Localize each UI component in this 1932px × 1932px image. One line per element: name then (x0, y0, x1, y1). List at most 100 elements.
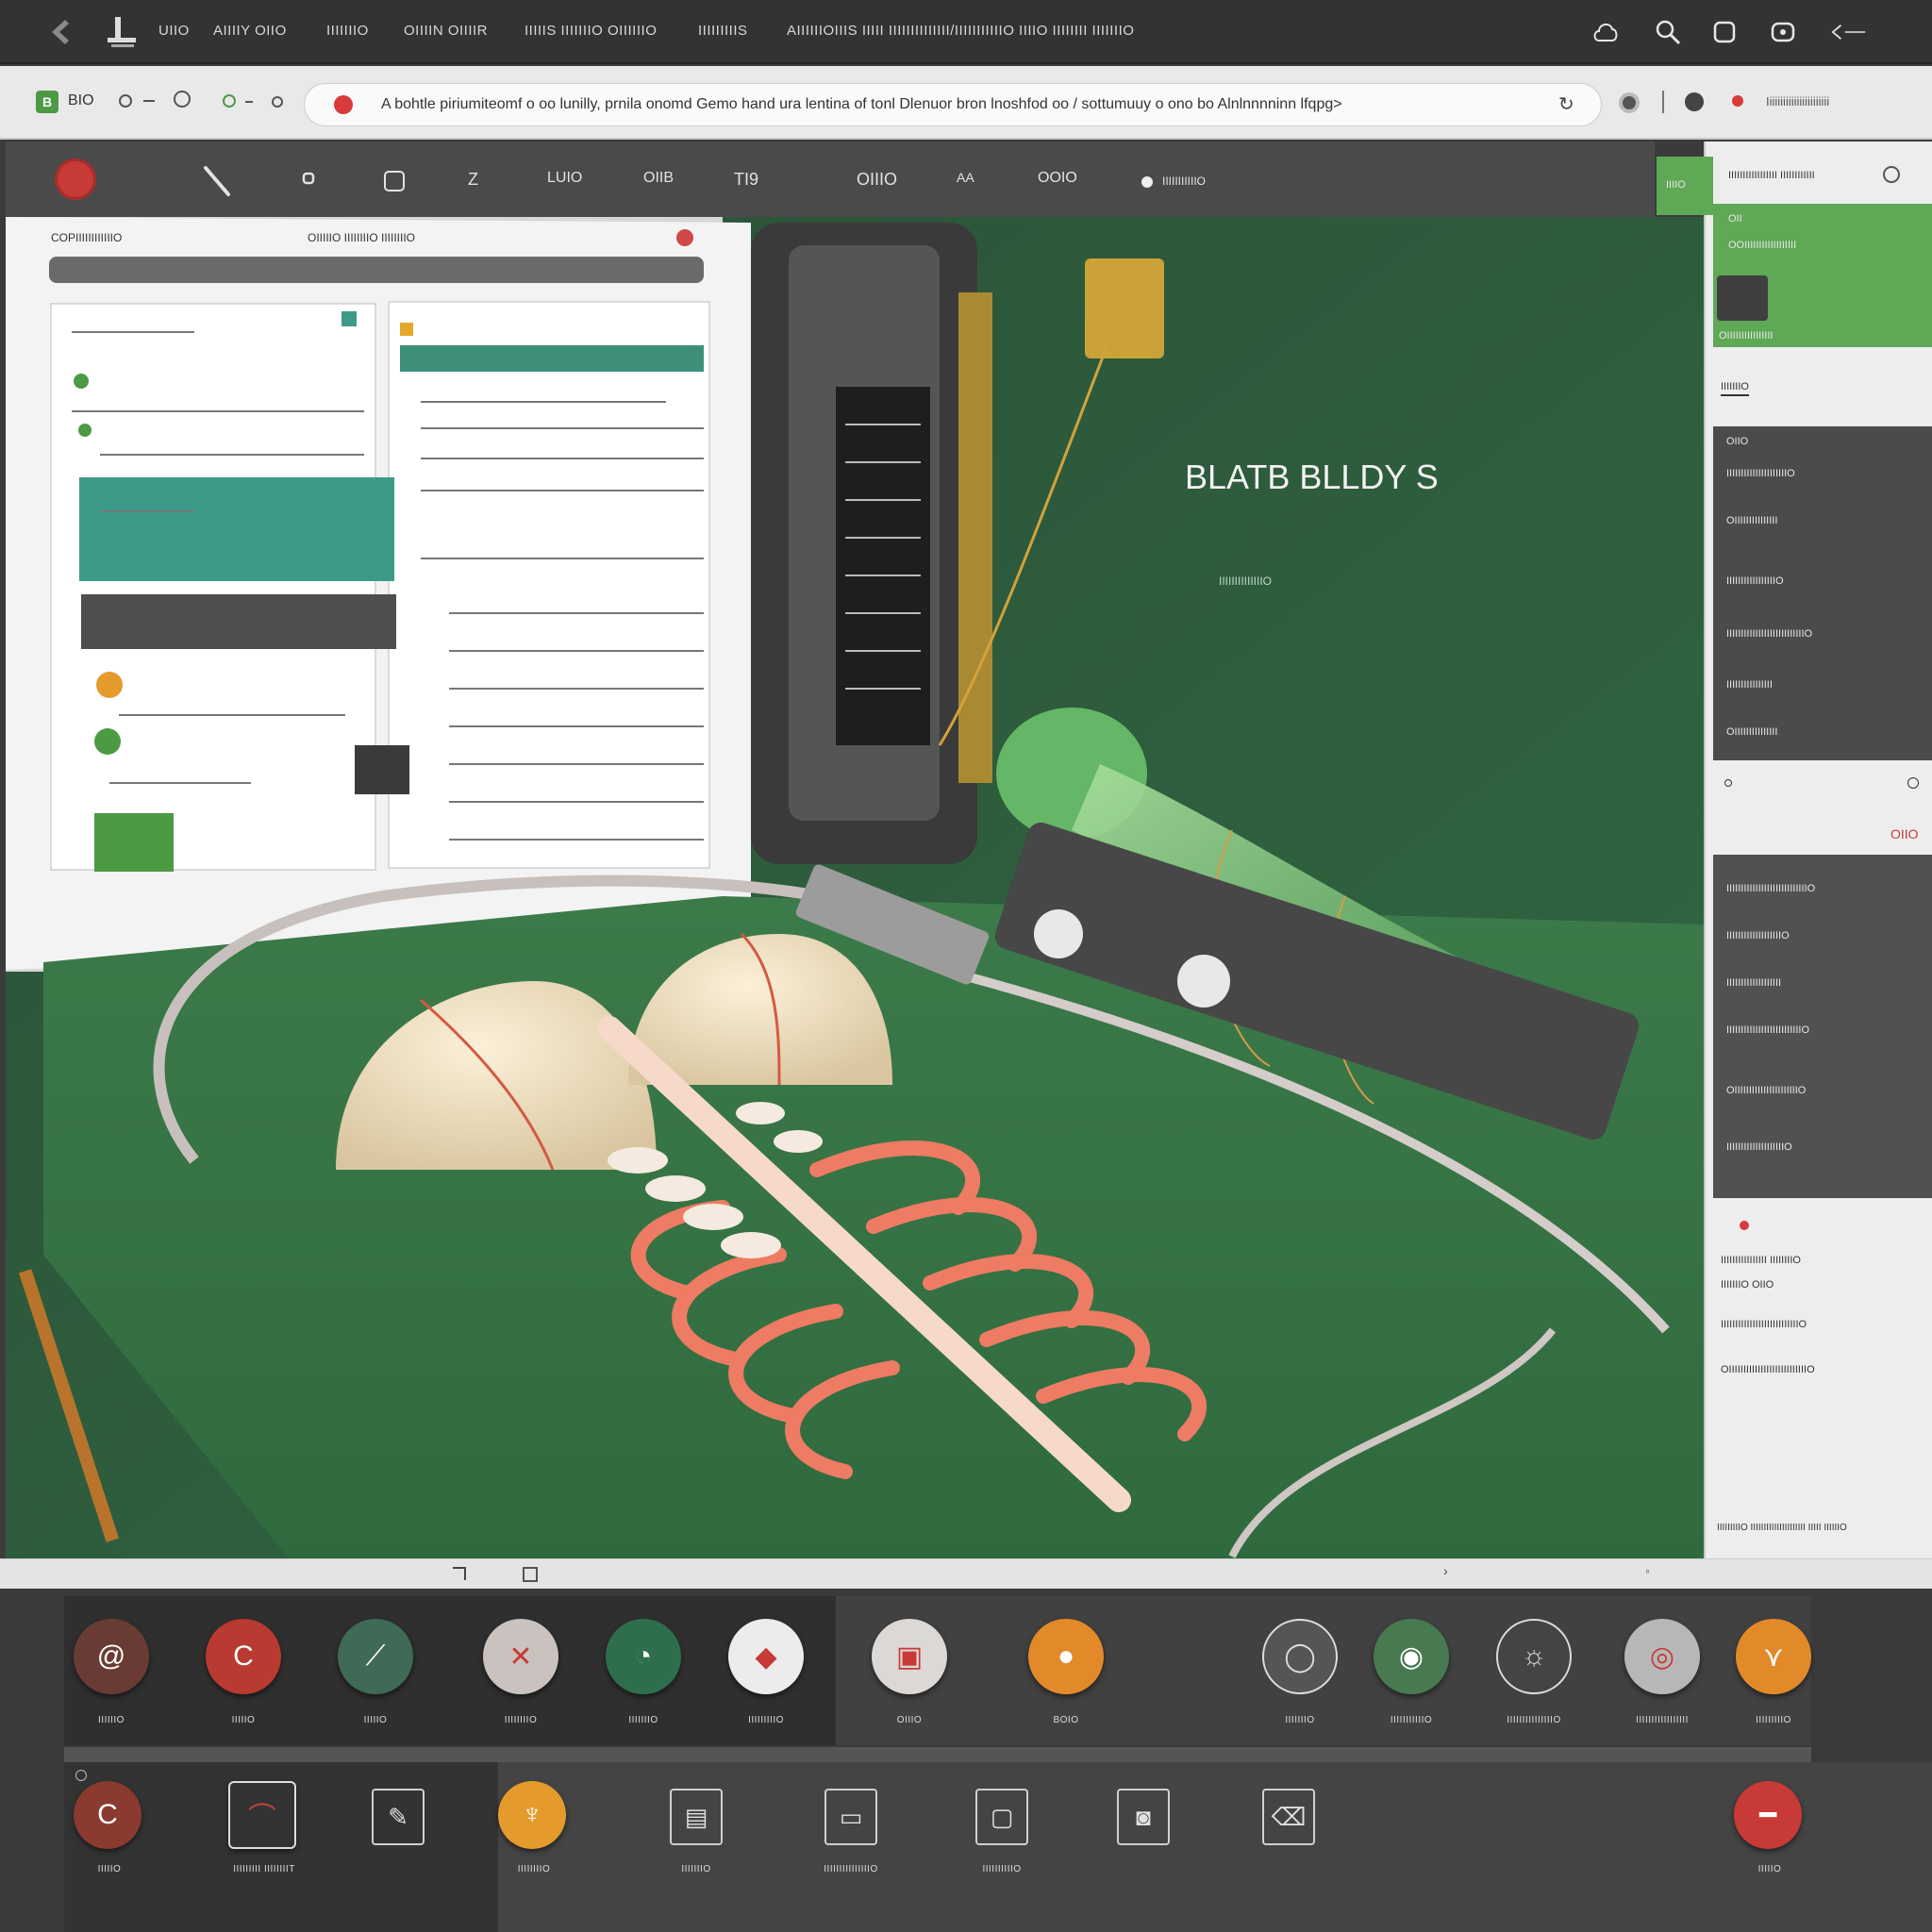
camera-icon[interactable]: ▤ (670, 1789, 723, 1845)
record-button[interactable] (55, 158, 96, 200)
refresh-icon[interactable]: ↻ (1558, 92, 1574, 116)
palette-item-label: IIIIIIIIIO (748, 1715, 784, 1725)
stand-icon[interactable]: ▭ (824, 1789, 877, 1845)
shard-icon[interactable]: ◆ (728, 1619, 804, 1694)
main-canvas[interactable]: BLATB BLLDY S IIIIIIIIIIIIIIO COPIIIIIII… (6, 217, 1704, 1558)
swirl-icon[interactable]: @ (74, 1619, 149, 1694)
layer-row-1[interactable]: OIIO (1726, 436, 1748, 447)
mail-icon[interactable] (1764, 13, 1802, 51)
radio-icon[interactable] (1907, 777, 1919, 789)
red-label[interactable]: OIIO (1890, 826, 1919, 841)
minus-icon[interactable]: ━ (1734, 1781, 1802, 1849)
square-icon[interactable] (383, 170, 406, 197)
cross-icon[interactable]: ✕ (483, 1619, 558, 1694)
eye-icon[interactable]: ◉ (1374, 1619, 1449, 1694)
circle-toggle-icon[interactable] (174, 91, 191, 108)
tool-label-4[interactable]: OIIIO (857, 170, 897, 190)
leaf-icon[interactable]: ⟋ (338, 1619, 413, 1694)
layer-row-6[interactable]: IIIIIIIIIIIIIIII (1726, 679, 1773, 691)
layer-row-2[interactable]: IIIIIIIIIIIIIIIIIIIIIO (1726, 468, 1795, 479)
search-icon[interactable] (1649, 13, 1687, 51)
anvil-icon[interactable] (102, 13, 140, 51)
layer-row-4[interactable]: IIIIIIIIIIIIIIIIIO (1726, 575, 1784, 587)
green-row-2: OOIIIIIIIIIIIIIIIIII (1728, 240, 1797, 251)
palette-item-label: IIIIIIIIIO (1756, 1715, 1791, 1725)
list-row-3[interactable]: IIIIIIIIIIIIIIIIIIIIIIIIIIIO (1721, 1319, 1807, 1330)
panel-tab-label[interactable]: IIIIO (1666, 179, 1686, 191)
node-icon[interactable] (302, 170, 315, 192)
hook-icon[interactable]: C (74, 1781, 142, 1849)
caret-icon[interactable]: › (1443, 1563, 1448, 1578)
canvas-title: BLATB BLLDY S (1185, 458, 1439, 496)
square-icon[interactable] (523, 1567, 538, 1582)
brush-icon[interactable]: ⌒ (228, 1781, 296, 1849)
palette-item-label: BOIO (1053, 1715, 1079, 1725)
account-label[interactable]: Iiiiiiiiiiiiiiiiiiiiiii (1766, 94, 1829, 108)
radio-icon[interactable] (119, 94, 132, 108)
panel-header: IIIIIIIIIIIIIIIII IIIIIIIIIIII (1728, 170, 1815, 181)
palette-item-label: IIIIIIIIIIIIIIIII (1636, 1715, 1689, 1725)
pen-icon[interactable] (200, 164, 234, 203)
hook-icon[interactable]: C (206, 1619, 281, 1694)
editor-toolbar (6, 142, 1655, 217)
figure-icon[interactable]: ♆ (498, 1781, 566, 1849)
green-toggle-icon[interactable] (223, 94, 236, 108)
sun-icon[interactable]: ☼ (1496, 1619, 1572, 1694)
pen-icon[interactable]: ✎ (372, 1789, 425, 1845)
radio-icon[interactable] (75, 1770, 87, 1781)
list-row-1[interactable]: IIIIIIIIIIIIIIII IIIIIIIIO (1721, 1255, 1801, 1266)
palette-item-label: IIIIIIIO (1285, 1715, 1315, 1725)
tool-label-6[interactable]: OOIO (1038, 170, 1077, 187)
chevron-left-icon[interactable] (42, 13, 79, 51)
window-icon[interactable] (1706, 13, 1743, 51)
menu-item-2[interactable]: AIIIIY OIIO (213, 23, 287, 39)
speaker-icon[interactable]: ◙ (1117, 1789, 1170, 1845)
ring-icon[interactable]: ◯ (1262, 1619, 1338, 1694)
list-row-2[interactable]: IIIIIIIO OIIO (1721, 1279, 1774, 1291)
thumbnail-icon[interactable] (1717, 275, 1768, 321)
target-icon[interactable] (1619, 92, 1640, 113)
frame-icon[interactable]: ▢ (975, 1789, 1028, 1845)
small-circle-icon[interactable] (272, 96, 283, 108)
radio-icon[interactable] (1724, 779, 1732, 787)
menu-item-4[interactable]: OIIIIN OIIIIR (404, 23, 488, 39)
palette-item-label: IIIIIO (1757, 1864, 1782, 1874)
fan-icon[interactable]: ◔ (606, 1619, 681, 1694)
color-picker-icon[interactable] (1685, 92, 1704, 111)
menu-item-7[interactable]: AIIIIIIOIIIS IIIII IIIIIIIIIIIIII/IIIIII… (787, 23, 1134, 39)
back-arrow-icon[interactable] (1830, 13, 1868, 51)
divider (1721, 394, 1749, 396)
disc-icon[interactable]: ◎ (1624, 1619, 1700, 1694)
tool-label-2[interactable]: OIIB (643, 170, 674, 187)
layer-row-5[interactable]: IIIIIIIIIIIIIIIIIIIIIIIIIIIO (1726, 628, 1812, 640)
prompt-input-text[interactable]: A bohtle piriumiteomf o oo lunilly, prni… (381, 96, 1551, 113)
palette-item-label: OIIIO (896, 1715, 923, 1725)
status-dot-icon (1732, 95, 1743, 107)
palette-item-label: IIIIIO (363, 1715, 388, 1725)
menu-item-1[interactable]: UIIO (158, 23, 190, 39)
menu-item-3[interactable]: IIIIIIIO (326, 23, 369, 39)
palette-item-label: IIIIIIIIO (504, 1715, 538, 1725)
small-circle-icon[interactable]: ◦ (1645, 1563, 1650, 1578)
list-row-4[interactable]: OIIIIIIIIIIIIIIIIIIIIIIIIIIIO (1721, 1364, 1815, 1375)
tool-label-3[interactable]: TI9 (734, 170, 758, 190)
layer-row-3[interactable]: OIIIIIIIIIIIIIII (1726, 515, 1777, 526)
palette-item-label: IIIIIIIII IIIIIIIIT (233, 1864, 295, 1874)
palette-row2-light (498, 1762, 1932, 1932)
z-tool-icon[interactable]: Z (468, 170, 478, 190)
settings-circle-icon[interactable] (1883, 166, 1900, 183)
eraser-icon[interactable]: ⌫ (1262, 1789, 1315, 1845)
menu-item-6[interactable]: IIIIIIIIIS (698, 23, 748, 39)
bird-icon[interactable]: ⋎ (1736, 1619, 1811, 1694)
cube-icon[interactable]: ▣ (872, 1619, 947, 1694)
code-row-5: OIIIIIIIIIIIIIIIIIIIIIIO (1726, 1085, 1807, 1096)
menu-item-5[interactable]: IIIIIS IIIIIIIO OIIIIIIO (525, 23, 657, 39)
sphere-icon[interactable]: ● (1028, 1619, 1104, 1694)
tool-label-1[interactable]: LUIO (547, 170, 582, 187)
layer-row-7[interactable]: OIIIIIIIIIIIIIII (1726, 726, 1777, 738)
cloud-icon[interactable] (1587, 13, 1624, 51)
canvas-status-bar: › ◦ (0, 1558, 1932, 1589)
tool-label-5[interactable]: AA (957, 170, 974, 185)
app-badge[interactable]: B (36, 91, 58, 113)
corner-icon[interactable] (453, 1567, 466, 1580)
